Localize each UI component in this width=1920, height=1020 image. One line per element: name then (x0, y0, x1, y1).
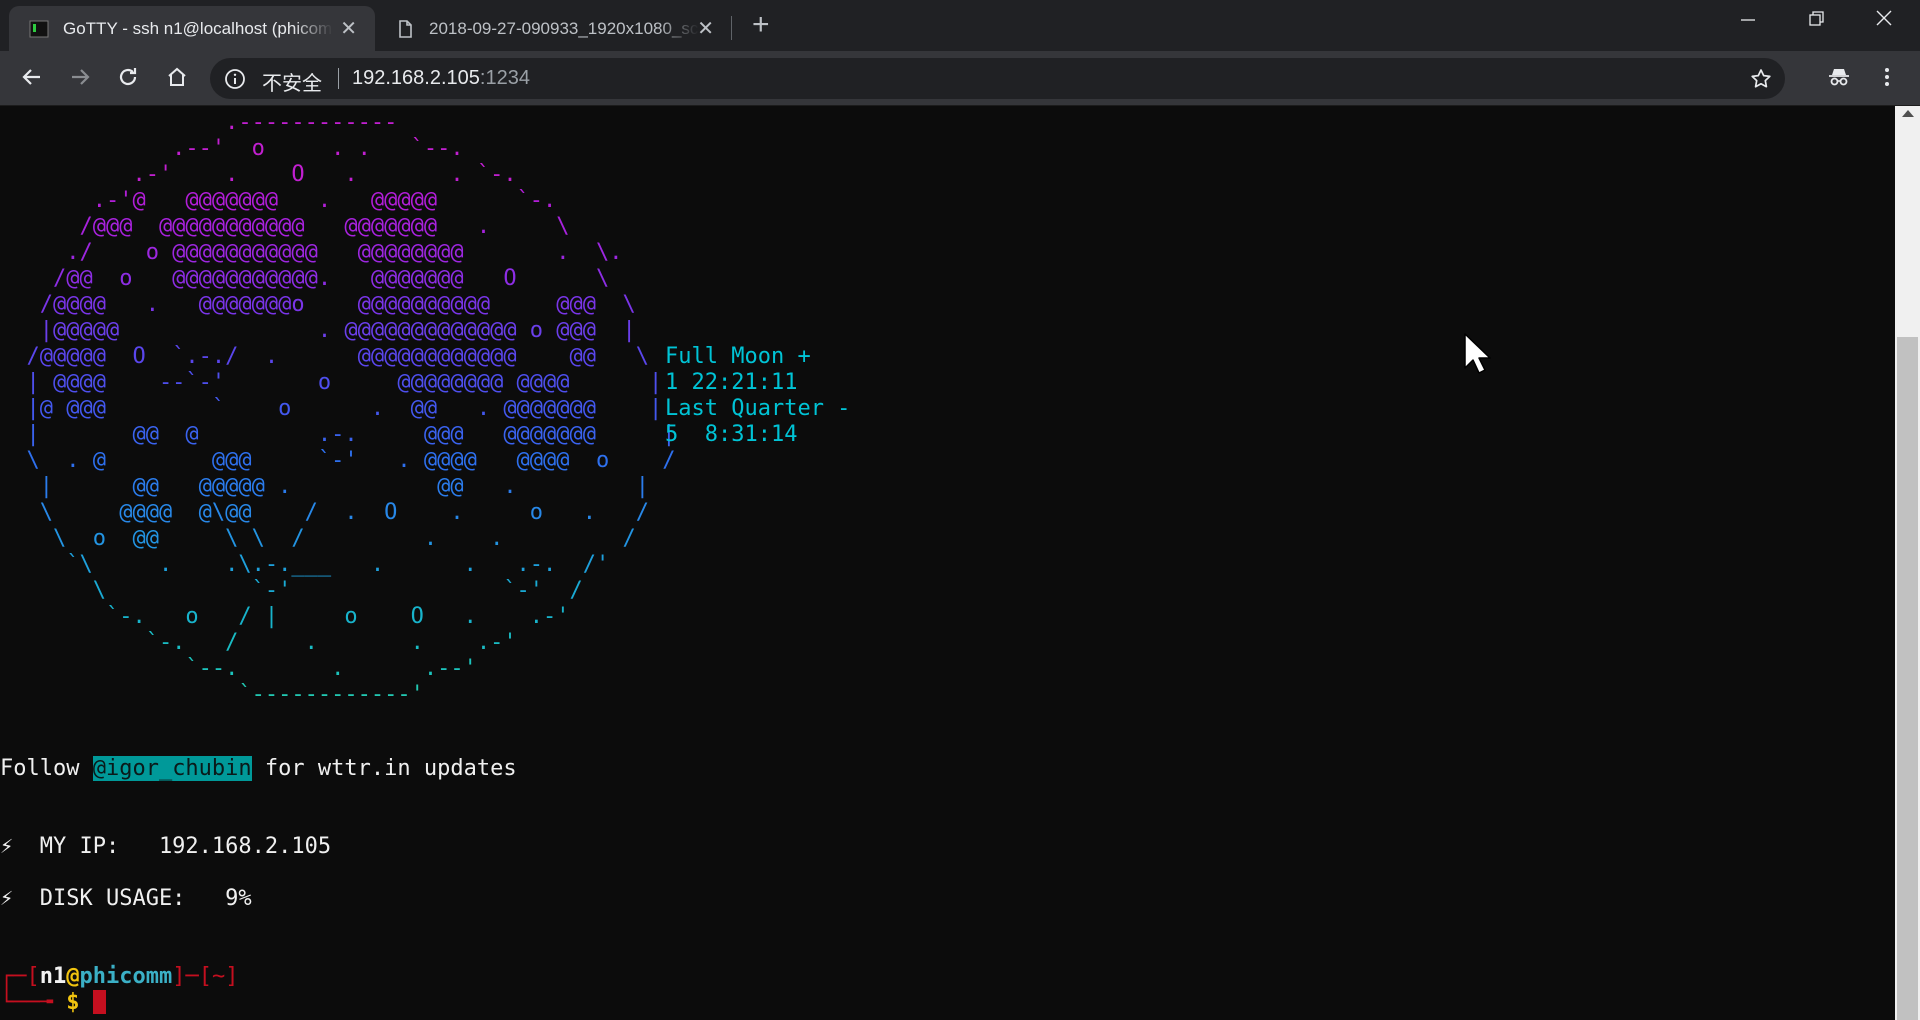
my-ip-line: ⚡ MY IP: 192.168.2.105 (0, 834, 332, 859)
address-bar[interactable]: 不安全 192.168.2.105:1234 (210, 58, 1785, 99)
moon-art-line: .------------ (0, 110, 398, 135)
scroll-up-arrow-icon[interactable] (1902, 110, 1914, 117)
follow-suffix: for wttr.in updates (251, 756, 517, 781)
moon-art-line: `------------' (0, 682, 424, 707)
moon-art-line: | @@ @ .-. @@@ @@@@@@@ | (0, 422, 676, 447)
moon-art-line: `--. . .--' (0, 656, 477, 681)
home-button[interactable] (161, 61, 193, 93)
prompt-corner-bottom: └──╼ (0, 990, 67, 1015)
follow-prefix: Follow (0, 756, 93, 781)
moon-art-line: | @@@@ --`-' o @@@@@@@@ @@@@ | (0, 370, 663, 395)
moon-phase-line: Last Quarter - (665, 396, 851, 421)
moon-art-line: \ `-' `-' / (0, 578, 583, 603)
incognito-button[interactable] (1823, 61, 1855, 93)
url-text[interactable]: 192.168.2.105:1234 (352, 67, 530, 90)
moon-art-line: \ o @@ \ \ / . . / (0, 526, 636, 551)
moon-ascii-art: .------------ .--' o . . `--. .-' . O . … (0, 110, 676, 708)
terminal-viewport[interactable]: .------------ .--' o . . `--. .-' . O . … (0, 106, 1895, 1020)
restore-button[interactable] (1806, 8, 1826, 34)
moon-phase-line: 1 22:21:11 (665, 370, 798, 395)
tab-screenshot[interactable]: 2018-09-27-090933_1920x1080_scrot.png ✕ (375, 6, 732, 51)
arrow-right-icon (72, 69, 90, 85)
address-divider (338, 68, 339, 89)
moon-phase-info: Full Moon +1 22:21:11 Last Quarter -5 8:3… (665, 344, 850, 448)
moon-art-line: /@@@@ . @@@@@@@o @@@@@@@@@@ @@@ \ (0, 292, 636, 317)
moon-art-line: .-'@ @@@@@@@ . @@@@@ `-. (0, 188, 557, 213)
minimize-button[interactable] (1738, 8, 1758, 34)
prompt-input-line[interactable]: └──╼ $ (0, 990, 106, 1016)
tab-strip: GoTTY - ssh n1@localhost (phicomm) ✕ 201… (0, 0, 1920, 51)
moon-art-line: .--' o . . `--. (0, 136, 464, 161)
moon-art-line: |@@@@@ . @@@@@@@@@@@@@ o @@@ | (0, 318, 636, 343)
moon-art-line: `-. o / | o O . .-' (0, 604, 570, 629)
reload-icon (119, 68, 137, 86)
forward-button[interactable] (64, 61, 96, 93)
terminal-cursor (92, 990, 106, 1014)
new-tab-button[interactable]: + (752, 10, 770, 40)
twitter-handle-link[interactable]: @igor_chubin (92, 756, 252, 781)
security-label[interactable]: 不安全 (262, 67, 322, 96)
tab-title: 2018-09-27-090933_1920x1080_scrot.png (429, 18, 699, 38)
prompt-dir: ~ (211, 964, 226, 989)
document-icon (395, 19, 415, 39)
prompt-end: ] (225, 964, 239, 989)
moon-art-line: | @@ @@@@@ . @@ . | (0, 474, 650, 499)
bookmark-star-icon[interactable] (1749, 67, 1773, 96)
mouse-pointer-icon (1463, 332, 1493, 381)
scrollbar-thumb[interactable] (1897, 337, 1918, 1020)
moon-art-line: /@@@ @@@@@@@@@@@ @@@@@@@ . \ (0, 214, 570, 239)
moon-art-line: ./ o @@@@@@@@@@@ @@@@@@@@ . \. (0, 240, 623, 265)
moon-art-line: /@@@@@ O `.-./ . @@@@@@@@@@@@ @@ \ (0, 344, 650, 369)
reload-button[interactable] (112, 61, 144, 93)
more-vertical-icon (1885, 68, 1889, 86)
prompt-line: ┌─[n1@phicomm]─[~] (0, 964, 238, 990)
menu-button[interactable] (1871, 61, 1903, 93)
tab-close-icon[interactable]: ✕ (697, 16, 714, 41)
terminal-favicon-icon (29, 19, 49, 39)
follow-line: Follow @igor_chubin for wttr.in updates (0, 756, 517, 782)
incognito-icon (1829, 69, 1849, 86)
back-button[interactable] (16, 61, 48, 93)
moon-phase-line: 5 8:31:14 (665, 422, 798, 447)
moon-art-line: `-. / . . .-' (0, 630, 517, 655)
disk-usage-line: ⚡ DISK USAGE: 9% (0, 886, 252, 911)
prompt-host: phicomm (79, 964, 173, 989)
info-icon[interactable] (224, 68, 246, 95)
moon-art-line: .-' . O . . `-. (0, 162, 517, 187)
tab-gotty[interactable]: GoTTY - ssh n1@localhost (phicomm) ✕ (9, 6, 375, 51)
tab-title: GoTTY - ssh n1@localhost (phicomm) (63, 18, 333, 38)
moon-phase-line: Full Moon + (665, 344, 811, 369)
moon-art-line: `\ . .\.-.___ . . .-. /' (0, 552, 610, 577)
moon-art-line: /@@ o @@@@@@@@@@@. @@@@@@@ O \ (0, 266, 610, 291)
moon-art-line: |@ @@@ ` o . @@ . @@@@@@@ | (0, 396, 663, 421)
browser-toolbar: 不安全 192.168.2.105:1234 (0, 51, 1920, 106)
moon-art-line: \ @@@@ @\@@ / . O . o . / (0, 500, 650, 525)
prompt-user: n1 (39, 964, 67, 989)
home-icon (168, 67, 186, 86)
prompt-at: @ (66, 964, 80, 989)
tab-close-icon[interactable]: ✕ (340, 16, 357, 41)
url-port: :1234 (479, 67, 530, 89)
arrow-left-icon (22, 69, 40, 85)
close-window-button[interactable] (1874, 8, 1894, 34)
url-host: 192.168.2.105 (352, 67, 480, 89)
prompt-corner-top: ┌─[ (0, 964, 40, 989)
moon-art-line: \ . @ @@@ `-' . @@@@ @@@@ o / (0, 448, 676, 473)
prompt-symbol: $ (66, 990, 80, 1015)
scrollbar[interactable] (1895, 106, 1920, 1020)
prompt-mid: ]─[ (172, 964, 212, 989)
tab-divider (731, 16, 732, 40)
